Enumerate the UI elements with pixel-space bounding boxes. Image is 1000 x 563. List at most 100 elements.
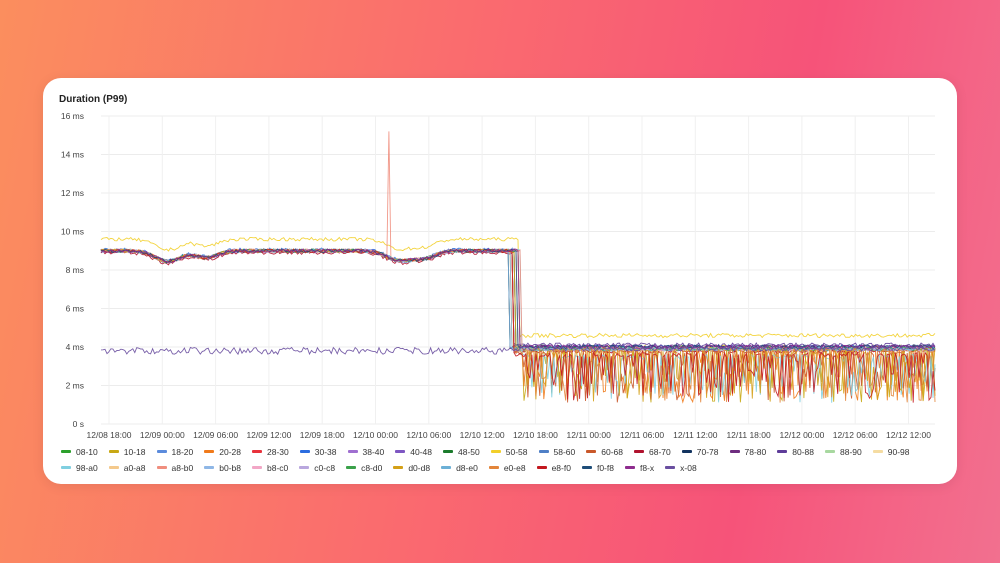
legend-swatch — [252, 466, 262, 469]
x-tick-label: 12/09 12:00 — [246, 430, 291, 440]
x-tick-label: 12/11 12:00 — [673, 430, 718, 440]
legend-label: x-08 — [680, 462, 697, 473]
legend-swatch — [586, 450, 597, 453]
legend-item-70-78[interactable]: 70-78 — [681, 446, 719, 457]
legend-item-48-50[interactable]: 48-50 — [443, 446, 480, 457]
legend-label: f0-f8 — [596, 462, 614, 473]
x-tick-label: 12/09 06:00 — [193, 430, 238, 440]
legend-label: 78-80 — [744, 446, 767, 457]
line-chart: 0 s 2 ms 4 ms 6 ms 8 ms 10 ms 12 ms 14 ms 16 ms 1… — [61, 111, 936, 440]
x-tick-label: 12/10 18:00 — [513, 430, 558, 440]
legend-item-b0-b8[interactable]: b0-b8 — [204, 462, 241, 473]
legend-label: 20-28 — [219, 446, 241, 457]
legend-item-d0-d8[interactable]: d0-d8 — [393, 462, 430, 473]
legend-swatch — [204, 466, 215, 469]
y-tick-label: 8 ms — [66, 265, 84, 275]
legend-swatch — [108, 466, 119, 469]
y-tick-label: 14 ms — [61, 150, 84, 160]
legend-swatch — [156, 466, 167, 469]
x-tick-label: 12/09 00:00 — [140, 430, 185, 440]
legend-swatch — [443, 450, 453, 453]
legend-label: 30-38 — [314, 446, 337, 457]
legend-swatch — [347, 450, 358, 453]
legend-swatch — [156, 450, 167, 453]
legend-item-38-40[interactable]: 38-40 — [347, 446, 385, 457]
legend-label: c8-d0 — [361, 462, 383, 473]
legend-label: 90-98 — [887, 446, 910, 457]
legend-item-f0-f8[interactable]: f0-f8 — [581, 462, 614, 473]
legend-item-30-38[interactable]: 30-38 — [299, 446, 337, 457]
legend-label: b8-c0 — [267, 462, 289, 473]
legend-item-d8-e0[interactable]: d8-e0 — [441, 462, 478, 473]
legend-item-b8-c0[interactable]: b8-c0 — [252, 462, 288, 473]
legend-item-08-10[interactable]: 08-10 — [61, 446, 98, 457]
x-tick-label: 12/10 00:00 — [353, 430, 398, 440]
legend-item-28-30[interactable]: 28-30 — [252, 446, 289, 457]
legend-swatch — [634, 450, 644, 453]
x-tick-label: 12/11 06:00 — [620, 430, 665, 440]
legend-swatch — [204, 450, 215, 453]
legend-item-40-48[interactable]: 40-48 — [395, 446, 432, 457]
legend-item-c0-c8[interactable]: c0-c8 — [299, 462, 335, 473]
y-tick-label: 4 ms — [66, 342, 84, 352]
legend-item-c8-d0[interactable]: c8-d0 — [346, 462, 382, 473]
y-tick-label: 12 ms — [61, 188, 84, 198]
chart-legend: 08-10 10-18 18-20 20-28 28-30 30-38 38-40 40-48… — [61, 446, 951, 473]
legend-label: 70-78 — [696, 446, 719, 457]
legend-item-e0-e8[interactable]: e0-e8 — [488, 462, 526, 473]
legend-swatch — [299, 466, 310, 469]
legend-swatch — [681, 450, 692, 453]
legend-item-18-20[interactable]: 18-20 — [156, 446, 194, 457]
x-tick-label: 12/12 06:00 — [833, 430, 878, 440]
legend-item-78-80[interactable]: 78-80 — [729, 446, 767, 457]
x-tick-label: 12/11 00:00 — [567, 430, 612, 440]
legend-label: d8-e0 — [456, 462, 478, 473]
legend-swatch — [825, 450, 835, 453]
legend-item-58-60[interactable]: 58-60 — [538, 446, 576, 457]
x-tick-label: 12/09 18:00 — [300, 430, 345, 440]
legend-item-88-90[interactable]: 88-90 — [825, 446, 862, 457]
legend-item-20-28[interactable]: 20-28 — [204, 446, 241, 457]
legend-item-80-88[interactable]: 80-88 — [777, 446, 814, 457]
legend-label: 80-88 — [792, 446, 814, 457]
legend-item-10-18[interactable]: 10-18 — [108, 446, 146, 457]
legend-item-68-70[interactable]: 68-70 — [634, 446, 671, 457]
x-tick-label: 12/12 00:00 — [779, 430, 824, 440]
legend-label: f8-x — [639, 462, 655, 473]
x-tick-label: 12/11 18:00 — [726, 430, 771, 440]
legend-swatch — [393, 466, 404, 469]
legend-item-x-08[interactable]: x-08 — [665, 462, 697, 473]
legend-item-60-68[interactable]: 60-68 — [586, 446, 623, 457]
legend-item-98-a0[interactable]: 98-a0 — [61, 462, 98, 473]
y-tick-label: 16 ms — [61, 111, 84, 121]
legend-item-a8-b0[interactable]: a8-b0 — [156, 462, 194, 473]
legend-item-90-98[interactable]: 90-98 — [872, 446, 910, 457]
legend-swatch — [488, 466, 499, 469]
y-tick-label: 10 ms — [61, 227, 84, 237]
legend-label: 38-40 — [362, 446, 385, 457]
legend-swatch — [729, 450, 740, 453]
legend-label: 18-20 — [171, 446, 194, 457]
x-tick-label: 12/10 12:00 — [460, 430, 505, 440]
legend-label: c0-c8 — [314, 462, 336, 473]
legend-swatch — [299, 450, 310, 453]
legend-item-f8-x[interactable]: f8-x — [624, 462, 655, 473]
legend-label: 98-a0 — [76, 462, 98, 473]
chart-panel: Duration (P99) 0 s2 ms 4 ms 6 ms 8 ms 10 ms 1… — [43, 78, 957, 484]
legend-label: 08-10 — [76, 446, 98, 457]
legend-item-e8-f0[interactable]: e8-f0 — [536, 462, 571, 473]
legend-item-50-58[interactable]: 50-58 — [490, 446, 528, 457]
legend-label: 58-60 — [553, 446, 576, 457]
legend-swatch — [61, 466, 71, 469]
legend-label: 60-68 — [601, 446, 623, 457]
legend-item-a0-a8[interactable]: a0-a8 — [108, 462, 146, 473]
legend-label: e0-e8 — [503, 462, 526, 473]
legend-label: a8-b0 — [171, 462, 194, 473]
legend-label: 50-58 — [505, 446, 528, 457]
x-tick-label: 12/10 06:00 — [406, 430, 451, 440]
x-tick-label: 12/12 12:00 — [886, 430, 931, 440]
legend-label: 88-90 — [840, 446, 862, 457]
legend-swatch — [777, 450, 788, 453]
legend-swatch — [346, 466, 357, 469]
legend-swatch — [441, 466, 452, 469]
